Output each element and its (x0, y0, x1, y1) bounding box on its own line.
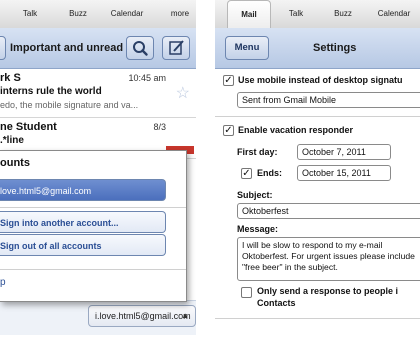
tab-buzz[interactable]: Buzz (58, 0, 98, 28)
message-sender: rk S (0, 72, 21, 84)
star-icon[interactable]: ☆ (176, 83, 190, 103)
tab-calendar[interactable]: Calendar (102, 0, 152, 28)
inbox-navbar: Important and unread (0, 28, 196, 69)
message-subject: .*line (0, 135, 24, 146)
divider (0, 269, 186, 270)
signature-label: Use mobile instead of desktop signatu (238, 75, 403, 85)
search-button[interactable] (126, 36, 154, 60)
message-time: 8/3 (153, 122, 166, 132)
tab-talk[interactable]: Talk (281, 0, 311, 28)
search-icon (133, 41, 148, 56)
only-contacts-label-continued: Contacts (257, 298, 296, 308)
current-account-item[interactable]: love.html5@gmail.com (0, 179, 166, 201)
compose-button[interactable] (162, 36, 190, 60)
signature-field[interactable]: Sent from Gmail Mobile (237, 92, 420, 108)
only-contacts-label: Only send a response to people i (257, 286, 399, 296)
message-textarea[interactable]: I will be slow to respond to my e-mail O… (237, 237, 420, 281)
inbox-screen: Talk Buzz Calendar more Important and un… (0, 0, 196, 335)
message-time: 10:45 am (128, 73, 166, 83)
accounts-popup: ounts love.html5@gmail.com Sign into ano… (0, 150, 187, 302)
account-switcher-label: i.love.html5@gmail.com (95, 311, 191, 321)
message-sender: ne Student (0, 121, 57, 133)
top-tab-bar: Talk Buzz Calendar more (0, 0, 196, 29)
subject-field[interactable]: Oktoberfest (237, 203, 420, 219)
help-link[interactable]: p (0, 277, 6, 288)
ends-label: Ends: (257, 168, 283, 178)
vacation-label: Enable vacation responder (238, 125, 354, 135)
only-contacts-checkbox[interactable] (241, 287, 252, 298)
sign-in-another-label: Sign into another account... (0, 218, 119, 228)
message-label: Message: (237, 224, 279, 234)
page-title: Important and unread (10, 42, 124, 54)
message-row[interactable]: rk S 10:45 am interns rule the world edo… (0, 69, 196, 118)
popup-title: ounts (0, 157, 30, 169)
tab-more[interactable]: more (164, 0, 196, 28)
page-title: Settings (313, 42, 357, 54)
divider (215, 318, 420, 319)
subject-label: Subject: (237, 190, 273, 200)
current-account-label: love.html5@gmail.com (0, 186, 92, 196)
sign-in-another-button[interactable]: Sign into another account... (0, 211, 166, 233)
top-tab-bar: Mail Talk Buzz Calendar (215, 0, 420, 29)
sign-out-all-label: Sign out of all accounts (0, 241, 102, 251)
settings-navbar: Menu Settings (215, 28, 420, 69)
first-day-label: First day: (237, 147, 278, 157)
divider (0, 207, 186, 208)
sign-out-all-button[interactable]: Sign out of all accounts (0, 234, 166, 256)
tab-mail[interactable]: Mail (227, 0, 271, 29)
signature-checkbox[interactable]: ✓ (223, 75, 234, 86)
tab-calendar[interactable]: Calendar (371, 0, 417, 28)
vacation-checkbox[interactable]: ✓ (223, 125, 234, 136)
message-snippet: edo, the mobile signature and va... (0, 100, 139, 110)
divider (215, 116, 420, 117)
compose-icon (169, 40, 184, 55)
ends-field[interactable]: October 15, 2011 (297, 165, 391, 181)
screen-gap (196, 0, 215, 345)
back-button[interactable] (0, 36, 6, 60)
settings-screen: Mail Talk Buzz Calendar Menu Settings ✓ … (215, 0, 420, 335)
first-day-field[interactable]: October 7, 2011 (297, 144, 391, 160)
tab-buzz[interactable]: Buzz (327, 0, 359, 28)
message-subject: interns rule the world (0, 86, 102, 97)
ends-checkbox[interactable]: ✓ (241, 168, 252, 179)
dropdown-arrow-icon: ▲ (181, 311, 189, 320)
menu-button[interactable]: Menu (225, 36, 269, 60)
account-switcher[interactable]: i.love.html5@gmail.com ▲ (88, 305, 196, 327)
tab-talk[interactable]: Talk (12, 0, 48, 28)
